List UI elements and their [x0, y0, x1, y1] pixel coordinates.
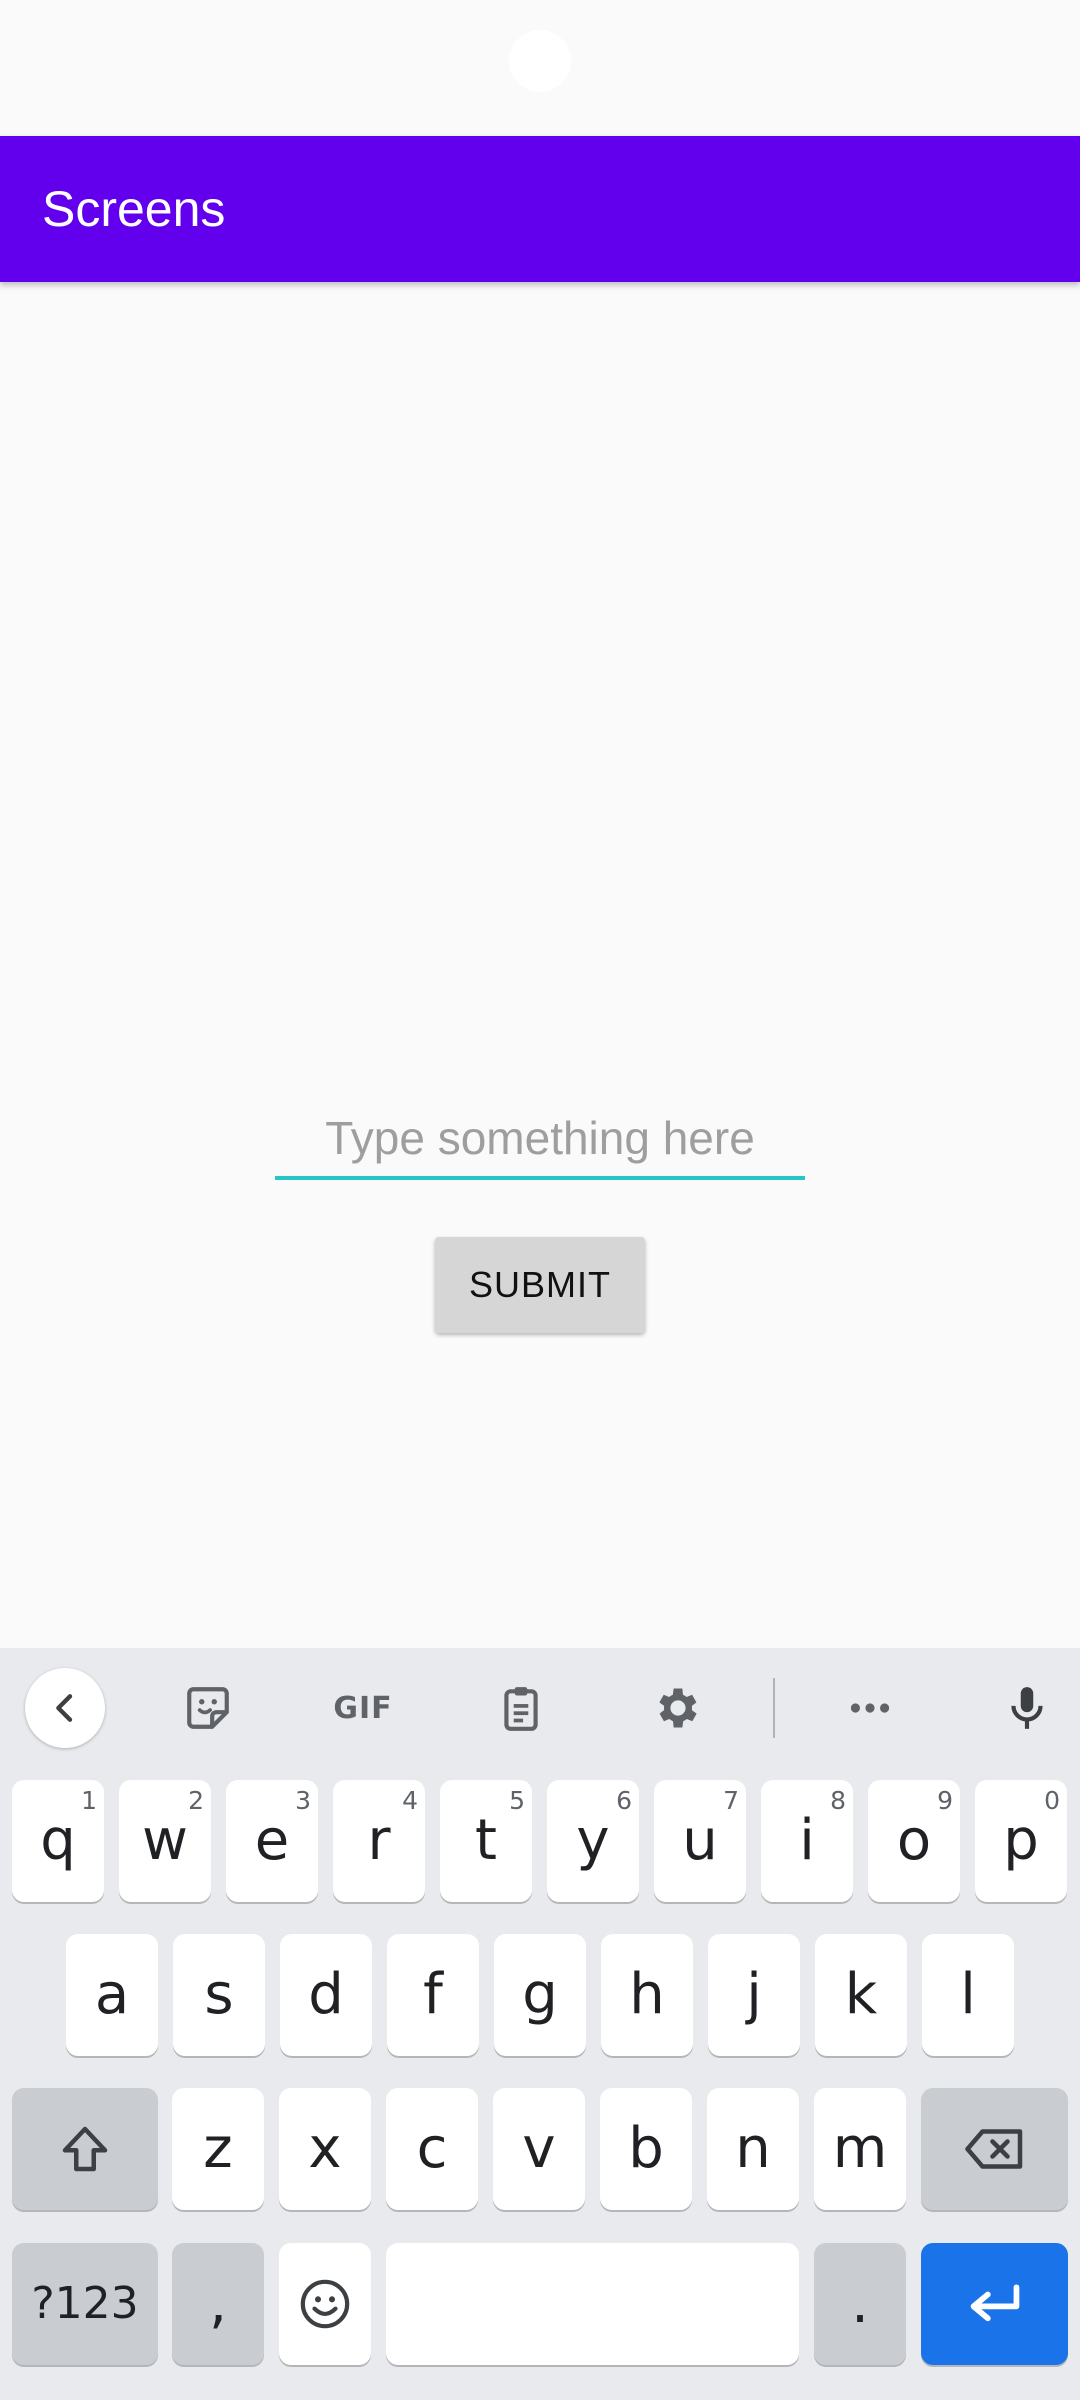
key-hint: 2	[188, 1786, 204, 1815]
key-label: x	[308, 2116, 342, 2181]
key-label: p	[1003, 1808, 1039, 1873]
key-hint: 9	[937, 1786, 953, 1815]
sticker-icon[interactable]	[168, 1668, 248, 1748]
key-label: y	[576, 1808, 610, 1873]
keyboard-toolbar: GIF	[0, 1648, 1080, 1768]
soft-keyboard: GIF q 1 w 2 e 3 r 4 t 5 y 6 u 7 i 8 o 9 …	[0, 1648, 1080, 2400]
gif-label: GIF	[333, 1690, 393, 1726]
comma-key-label: ,	[209, 2271, 227, 2336]
key-label: g	[522, 1962, 558, 2027]
key-s[interactable]: s	[173, 1934, 265, 2056]
back-icon[interactable]	[25, 1668, 105, 1748]
key-n[interactable]: n	[707, 2088, 799, 2210]
key-label: b	[628, 2116, 664, 2181]
enter-icon	[970, 2284, 1019, 2322]
key-p[interactable]: p0	[975, 1780, 1067, 1902]
space-key[interactable]	[386, 2243, 799, 2365]
key-k[interactable]: k	[815, 1934, 907, 2056]
key-m[interactable]: m	[814, 2088, 906, 2210]
key-label: k	[844, 1962, 878, 2027]
key-z[interactable]: z	[172, 2088, 264, 2210]
key-hint: 6	[616, 1786, 632, 1815]
key-hint: 5	[509, 1786, 525, 1815]
gif-button[interactable]: GIF	[323, 1668, 403, 1748]
gear-icon[interactable]	[638, 1668, 718, 1748]
key-label: l	[960, 1962, 976, 2027]
key-v[interactable]: v	[493, 2088, 585, 2210]
key-t[interactable]: t5	[440, 1780, 532, 1902]
key-label: c	[416, 2116, 448, 2181]
key-label: v	[522, 2116, 556, 2181]
key-q[interactable]: q1	[12, 1780, 104, 1902]
emoji-key[interactable]	[279, 2243, 371, 2365]
key-hint: 1	[81, 1786, 97, 1815]
key-u[interactable]: u7	[654, 1780, 746, 1902]
key-h[interactable]: h	[601, 1934, 693, 2056]
clipboard-icon[interactable]	[481, 1668, 561, 1748]
key-label: e	[254, 1808, 290, 1873]
key-label: n	[735, 2116, 771, 2181]
comma-key[interactable]: ,	[172, 2243, 264, 2365]
key-b[interactable]: b	[600, 2088, 692, 2210]
key-r[interactable]: r4	[333, 1780, 425, 1902]
period-key[interactable]: .	[814, 2243, 906, 2365]
key-label: s	[204, 1962, 234, 2027]
key-label: f	[423, 1962, 443, 2027]
key-d[interactable]: d	[280, 1934, 372, 2056]
status-bar	[0, 0, 1080, 136]
key-g[interactable]: g	[494, 1934, 586, 2056]
period-key-label: .	[851, 2271, 869, 2336]
key-j[interactable]: j	[708, 1934, 800, 2056]
key-label: r	[367, 1808, 391, 1873]
key-label: z	[203, 2116, 233, 2181]
key-label: o	[896, 1808, 932, 1873]
key-label: a	[94, 1962, 130, 2027]
text-input[interactable]	[275, 1100, 805, 1180]
key-label: t	[475, 1808, 497, 1873]
toolbar-divider	[773, 1678, 775, 1738]
key-hint: 4	[402, 1786, 418, 1815]
key-label: q	[40, 1808, 76, 1873]
backspace-key[interactable]	[921, 2088, 1068, 2210]
symbols-key-label: ?123	[31, 2278, 139, 2329]
app-title: Screens	[42, 181, 226, 237]
key-y[interactable]: y6	[547, 1780, 639, 1902]
enter-key[interactable]	[921, 2243, 1068, 2365]
key-hint: 8	[830, 1786, 846, 1815]
key-label: h	[629, 1962, 665, 2027]
shift-key[interactable]	[12, 2088, 158, 2210]
key-label: i	[799, 1808, 815, 1873]
key-label: j	[746, 1962, 762, 2027]
key-l[interactable]: l	[922, 1934, 1014, 2056]
mic-icon[interactable]	[987, 1668, 1067, 1748]
submit-button[interactable]: SUBMIT	[435, 1237, 645, 1333]
key-hint: 3	[295, 1786, 311, 1815]
key-w[interactable]: w2	[119, 1780, 211, 1902]
key-label: w	[142, 1808, 188, 1873]
key-label: d	[308, 1962, 344, 2027]
app-bar: Screens	[0, 136, 1080, 282]
emoji-icon	[300, 2279, 350, 2329]
key-c[interactable]: c	[386, 2088, 478, 2210]
camera-cutout	[509, 30, 571, 92]
symbols-key[interactable]: ?123	[12, 2243, 158, 2365]
key-hint: 0	[1044, 1786, 1060, 1815]
key-x[interactable]: x	[279, 2088, 371, 2210]
key-a[interactable]: a	[66, 1934, 158, 2056]
key-e[interactable]: e3	[226, 1780, 318, 1902]
key-f[interactable]: f	[387, 1934, 479, 2056]
key-label: u	[682, 1808, 718, 1873]
key-o[interactable]: o9	[868, 1780, 960, 1902]
more-icon[interactable]	[830, 1668, 910, 1748]
key-label: m	[832, 2116, 888, 2181]
key-i[interactable]: i8	[761, 1780, 853, 1902]
key-hint: 7	[723, 1786, 739, 1815]
